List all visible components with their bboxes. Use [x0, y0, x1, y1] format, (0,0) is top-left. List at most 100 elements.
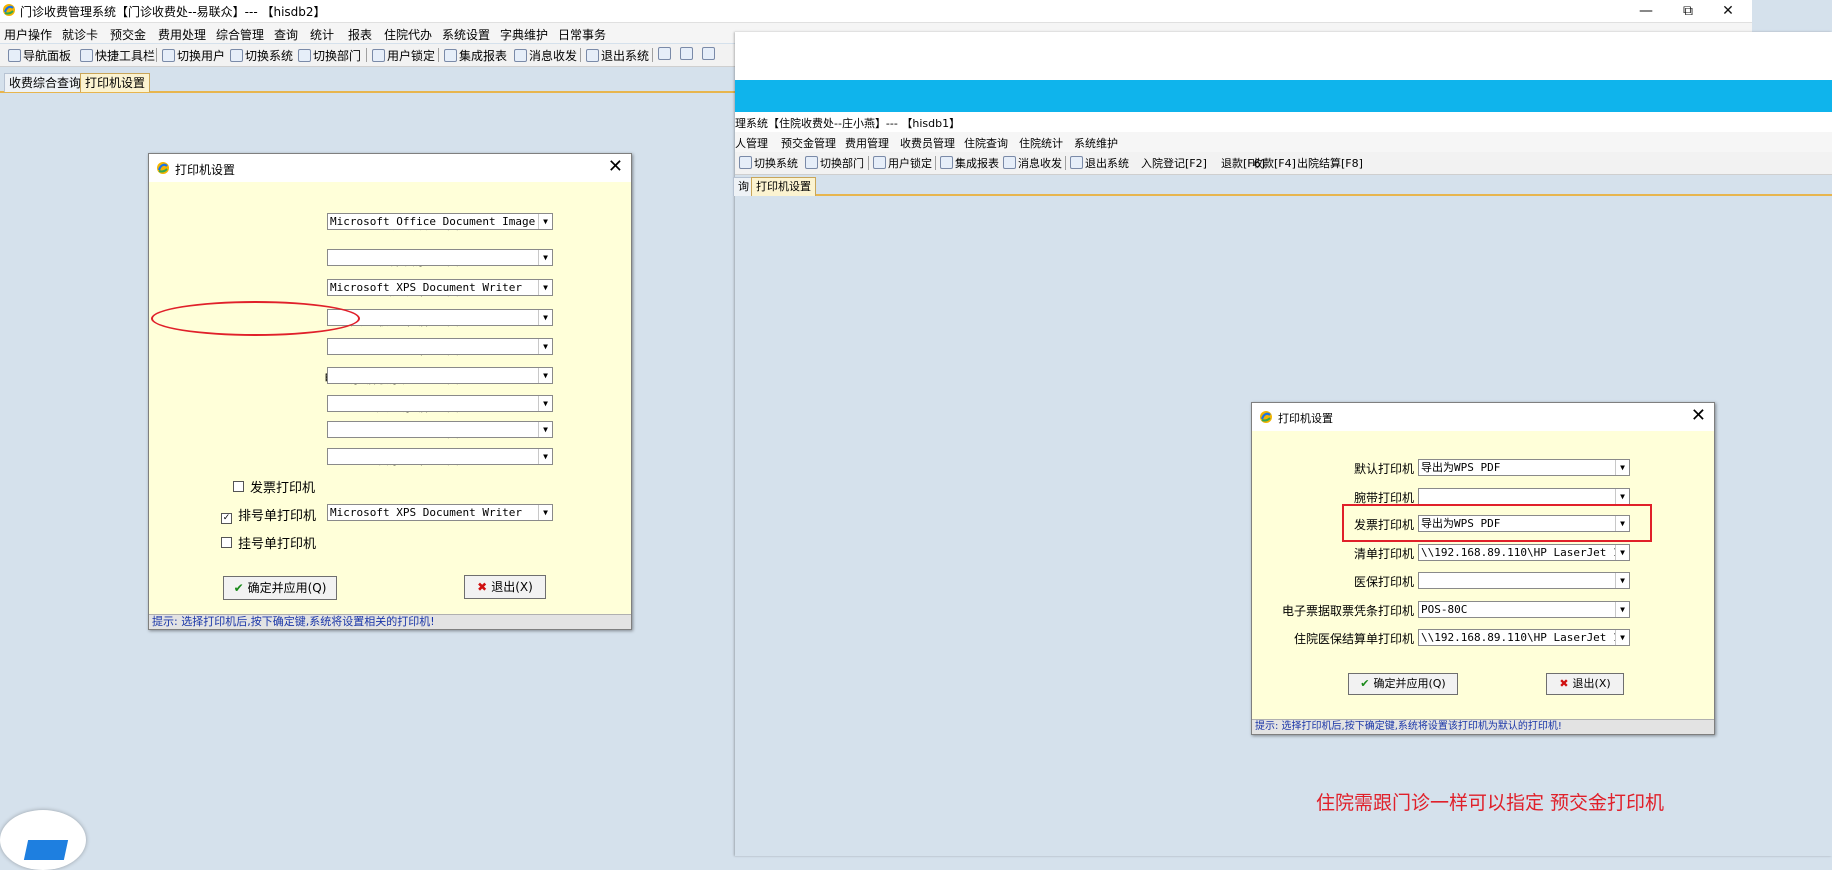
barcode-printer-select[interactable]: ▼ [327, 421, 553, 438]
exit-button[interactable]: ✖ 退出(X) [1546, 673, 1624, 695]
wristband-printer-select[interactable]: ▼ [1418, 488, 1630, 505]
window-title: 理系统【住院收费处--庄小燕】--- 【hisdb1】 [735, 117, 961, 130]
tab-fee-query[interactable]: 收费综合查询 [4, 73, 87, 92]
menu-item-user-ops[interactable]: 用户操作 [4, 26, 52, 43]
queue-printer-checkbox[interactable]: ✓ 排号单打印机 [221, 505, 316, 524]
printer-settings-dialog: 打印机设置 ✕ 系统默认打印机 Microsoft Office Documen… [148, 153, 632, 630]
e-invoice-slip-printer-select[interactable]: ▼ [327, 367, 553, 384]
menu-item-inpatient-agent[interactable]: 住院代办 [384, 26, 432, 43]
deposit-receipt-printer-select[interactable]: ▼ [327, 309, 553, 326]
tab-strip: 询 打印机设置 [733, 175, 1832, 196]
confirm-apply-button[interactable]: ✔ 确定并应用(Q) [1348, 673, 1458, 695]
reports-icon [940, 156, 953, 169]
menu-item-stats[interactable]: 统计 [310, 26, 334, 43]
switch-user-icon [162, 49, 175, 62]
edit-icon [658, 47, 671, 60]
menu-item-fee-mgmt[interactable]: 费用管理 [845, 135, 889, 151]
menu-item-cashier-mgmt[interactable]: 收费员管理 [900, 135, 955, 151]
cross-icon: ✖ [1559, 677, 1569, 690]
menu-item-system-settings[interactable]: 系统设置 [442, 26, 490, 43]
exit-icon [1070, 156, 1083, 169]
menu-item-deposit-mgmt[interactable]: 预交金管理 [781, 135, 836, 151]
toolbar-collect[interactable]: 收款[F4] [1252, 155, 1296, 171]
annotation-note: 住院需跟门诊一样可以指定 预交金打印机 [1316, 792, 1665, 814]
menu-item-daily[interactable]: 日常事务 [558, 26, 606, 43]
toolbar-user-lock[interactable]: 用户锁定 [372, 47, 435, 63]
insurance-settlement-printer-select[interactable]: \\192.168.89.110\HP LaserJet 1020 ▼ [1418, 629, 1630, 646]
invoice-list-printer-select[interactable]: ▼ [327, 448, 553, 465]
taskbar-app-icon[interactable] [0, 810, 86, 870]
menu-item-deposit[interactable]: 预交金 [110, 26, 146, 43]
tab-printer-settings[interactable]: 打印机设置 [751, 177, 816, 196]
window-banner [735, 80, 1832, 112]
menu-item-person-mgmt[interactable]: 人管理 [735, 135, 768, 151]
other-receipt-printer-select[interactable]: ▼ [327, 395, 553, 412]
toolbar-switch-system[interactable]: 切换系统 [230, 47, 293, 63]
toolbar-exit-system[interactable]: 退出系统 [586, 47, 649, 63]
toolbar-separator [1065, 156, 1066, 170]
nav-panel-icon [8, 49, 21, 62]
register-printer-checkbox[interactable]: 挂号单打印机 [221, 533, 316, 552]
toolbar-messages[interactable]: 消息收发 [514, 47, 577, 63]
menu-item-inpatient-stats[interactable]: 住院统计 [1019, 135, 1063, 151]
queue-printer-select[interactable]: Microsoft XPS Document Writer ▼ [327, 504, 553, 521]
toolbar-integrated-reports[interactable]: 集成报表 [444, 47, 507, 63]
menu-item-card[interactable]: 就诊卡 [62, 26, 98, 43]
toolbar-switch-system[interactable]: 切换系统 [739, 155, 798, 171]
toolbar-copy-button[interactable] [702, 47, 717, 63]
menu-item-query[interactable]: 查询 [274, 26, 298, 43]
dialog-status-bar: 提示: 选择打印机后,按下确定键,系统将设置相关的打印机! [149, 614, 631, 629]
menu-item-reports[interactable]: 报表 [348, 26, 372, 43]
toolbar-separator [438, 48, 439, 62]
list-printer-select[interactable]: \\192.168.89.110\HP LaserJet 1020 ▼ [1418, 544, 1630, 561]
menu-item-inpatient-query[interactable]: 住院查询 [964, 135, 1008, 151]
chevron-down-icon: ▼ [538, 505, 552, 520]
chevron-down-icon: ▼ [1615, 489, 1629, 504]
menu-item-dictionary[interactable]: 字典维护 [500, 26, 548, 43]
default-printer-select[interactable]: 导出为WPS PDF ▼ [1418, 459, 1630, 476]
wristband-printer-select[interactable]: Microsoft XPS Document Writer ▼ [327, 279, 553, 296]
close-icon[interactable]: ✕ [608, 157, 623, 177]
toolbar-exit-system[interactable]: 退出系统 [1070, 155, 1129, 171]
menu-item-system-maint[interactable]: 系统维护 [1074, 135, 1118, 151]
menu-item-fees[interactable]: 费用处理 [158, 26, 206, 43]
minimize-button[interactable]: — [1626, 0, 1666, 22]
toolbar-separator [580, 48, 581, 62]
dialog-title: 打印机设置 [1278, 412, 1333, 425]
insurance-invoice-printer-select[interactable]: ▼ [327, 249, 553, 266]
chevron-down-icon: ▼ [538, 396, 552, 411]
toolbar-quick-tools[interactable]: 快捷工具栏 [80, 47, 155, 63]
toolbar-admission[interactable]: 入院登记[F2] [1141, 155, 1207, 171]
exit-button[interactable]: ✖ 退出(X) [464, 575, 546, 599]
close-icon[interactable]: ✕ [1691, 406, 1706, 426]
default-printer-label: 默认打印机 [1353, 462, 1414, 476]
confirm-apply-button[interactable]: ✔ 确定并应用(Q) [223, 576, 337, 600]
restore-button[interactable]: ⧉ [1668, 0, 1708, 22]
dialog-title: 打印机设置 [175, 163, 236, 177]
insurance-printer-label: 医保打印机 [1353, 575, 1414, 589]
patient-summary-printer-select[interactable]: ▼ [327, 338, 553, 355]
toolbar-discharge[interactable]: 出院结算[F8] [1297, 155, 1363, 171]
invoice-printer-checkbox[interactable]: 发票打印机 [233, 477, 315, 496]
toolbar-switch-dept[interactable]: 切换部门 [298, 47, 361, 63]
e-invoice-slip-printer-select[interactable]: POS-80C ▼ [1418, 601, 1630, 618]
toolbar-edit-button[interactable] [658, 47, 673, 63]
close-button[interactable]: ✕ [1708, 0, 1748, 22]
toolbar-integrated-reports[interactable]: 集成报表 [940, 155, 999, 171]
tab-printer-settings[interactable]: 打印机设置 [80, 73, 151, 92]
highlight-ellipse [151, 301, 360, 336]
toolbar-switch-user[interactable]: 切换用户 [162, 47, 225, 63]
toolbar-switch-dept[interactable]: 切换部门 [805, 155, 864, 171]
menu-item-general[interactable]: 综合管理 [216, 26, 264, 43]
toolbar-nav-panel[interactable]: 导航面板 [8, 47, 71, 63]
toolbar-user-lock[interactable]: 用户锁定 [873, 155, 932, 171]
insurance-settlement-printer-label: 住院医保结算单打印机 [1293, 632, 1414, 646]
window-header-blank [735, 32, 1832, 80]
toolbar-tools-button[interactable] [680, 47, 695, 63]
menu-bar: 人管理 预交金管理 费用管理 收费员管理 住院查询 住院统计 系统维护 [735, 132, 1832, 152]
reports-icon [444, 49, 457, 62]
default-printer-select[interactable]: Microsoft Office Document Image W ▼ [327, 213, 553, 230]
insurance-printer-select[interactable]: ▼ [1418, 572, 1630, 589]
checkmark-icon: ✔ [1360, 677, 1370, 690]
toolbar-messages[interactable]: 消息收发 [1003, 155, 1062, 171]
